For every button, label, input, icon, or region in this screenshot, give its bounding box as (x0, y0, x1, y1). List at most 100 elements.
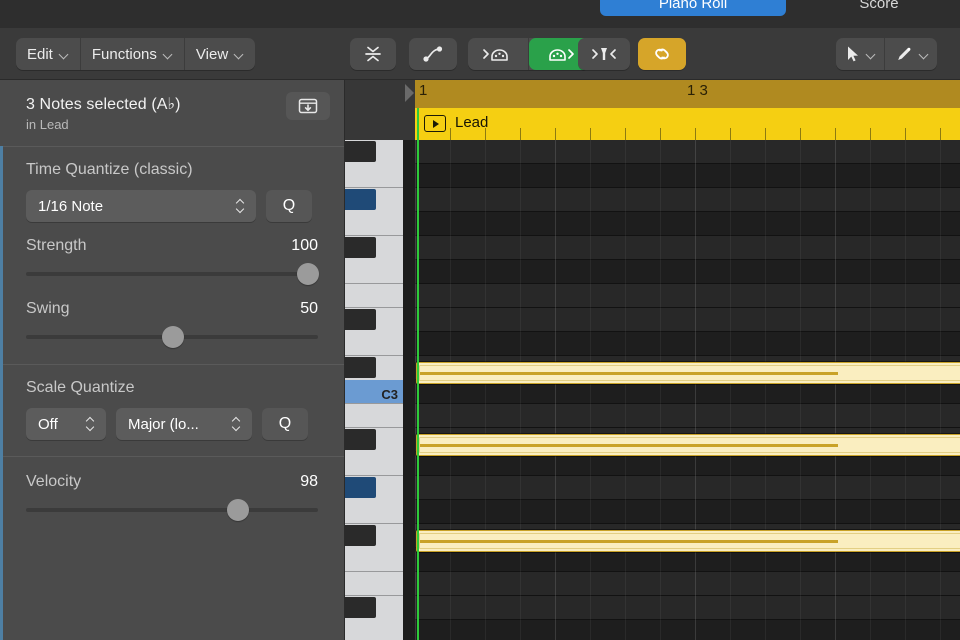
scale-quantize-q-button[interactable]: Q (262, 408, 308, 440)
piano-key-white[interactable] (345, 548, 403, 572)
grid-lane[interactable] (415, 188, 960, 212)
region-play-icon[interactable] (424, 115, 446, 132)
region-tick (660, 128, 661, 140)
strength-slider[interactable] (26, 263, 318, 285)
region-tick (695, 128, 696, 140)
grid-lane[interactable] (415, 620, 960, 640)
note-event[interactable] (416, 434, 960, 456)
menu-functions-label: Functions (92, 46, 157, 63)
scale-quantize-root-select[interactable]: Off (26, 408, 106, 440)
collapse-notes-button[interactable] (350, 38, 396, 70)
grid-vertical-line (765, 140, 766, 640)
piano-key-black[interactable] (345, 189, 376, 210)
piano-key-white[interactable] (345, 260, 403, 284)
region-tick (555, 128, 556, 140)
grid-lane[interactable] (415, 140, 960, 164)
grid-vertical-line (905, 140, 906, 640)
note-event[interactable] (416, 362, 960, 384)
piano-roll-editor: 11 3 Lead (415, 80, 960, 640)
piano-key-white[interactable] (345, 452, 403, 476)
strength-row: Strength 100 (26, 237, 318, 255)
grid-vertical-line (485, 140, 486, 640)
grid-lane[interactable] (415, 260, 960, 284)
region-tick (870, 128, 871, 140)
piano-key-black[interactable] (345, 477, 376, 498)
grid-lane[interactable] (415, 236, 960, 260)
bar-ruler[interactable]: 11 3 (415, 80, 960, 108)
swing-label: Swing (26, 300, 70, 318)
piano-key-white[interactable] (345, 572, 403, 596)
velocity-slider[interactable] (26, 499, 318, 521)
scale-quantize-scale-select[interactable]: Major (lo... (116, 408, 252, 440)
piano-key-black[interactable] (345, 237, 376, 258)
inspector-header: 3 Notes selected (A♭) in Lead (0, 80, 344, 146)
pencil-tool[interactable] (885, 38, 937, 70)
time-quantize-value: 1/16 Note (38, 198, 103, 215)
time-quantize-select[interactable]: 1/16 Note (26, 190, 256, 222)
piano-key-black[interactable] (345, 429, 376, 450)
strength-slider-knob[interactable] (297, 263, 319, 285)
grid-vertical-line (520, 140, 521, 640)
chevron-down-icon (164, 50, 173, 59)
grid-lane[interactable] (415, 572, 960, 596)
grid-lane[interactable] (415, 476, 960, 500)
tab-strip: Piano Roll Score (0, 0, 960, 28)
swing-slider-knob[interactable] (162, 326, 184, 348)
pointer-tool[interactable] (836, 38, 885, 70)
grid-lane[interactable] (415, 308, 960, 332)
grid-lane[interactable] (415, 284, 960, 308)
grid-vertical-line (835, 140, 836, 640)
note-event[interactable] (416, 530, 960, 552)
grid-lane[interactable] (415, 164, 960, 188)
playhead[interactable] (417, 108, 419, 640)
grid-lane[interactable] (415, 404, 960, 428)
piano-key-white[interactable] (345, 332, 403, 356)
grid-lane[interactable] (415, 332, 960, 356)
tab-piano-roll[interactable]: Piano Roll (600, 0, 786, 16)
scale-quantize-root-value: Off (38, 416, 58, 433)
automation-node-icon (422, 44, 444, 64)
piano-key-black[interactable] (345, 597, 376, 618)
piano-key-white[interactable] (345, 212, 403, 236)
region-header[interactable]: Lead (415, 108, 960, 140)
automation-curve-button[interactable] (409, 38, 457, 70)
chevron-down-icon[interactable] (920, 50, 929, 59)
velocity-slider-track (26, 508, 318, 512)
piano-roll-window: Piano Roll Score Edit Functions View (0, 0, 960, 640)
grid-lane[interactable] (415, 212, 960, 236)
menu-view[interactable]: View (185, 38, 255, 70)
grid-lane[interactable] (415, 500, 960, 524)
chevron-down-icon[interactable] (867, 50, 876, 59)
menu-functions[interactable]: Functions (81, 38, 185, 70)
piano-key-white[interactable] (345, 404, 403, 428)
piano-key-black[interactable] (345, 357, 376, 378)
grid-vertical-line (625, 140, 626, 640)
collapse-inspector-button[interactable] (286, 92, 330, 120)
piano-key-black[interactable] (345, 525, 376, 546)
note-grid[interactable] (415, 140, 960, 640)
piano-key-white[interactable] (345, 620, 403, 640)
piano-keyboard[interactable]: C3 (345, 140, 415, 640)
tab-score[interactable]: Score (786, 0, 960, 16)
piano-key-black[interactable] (345, 309, 376, 330)
grid-lane[interactable] (415, 596, 960, 620)
piano-key-white[interactable] (345, 284, 403, 308)
piano-key-black[interactable] (345, 141, 376, 162)
piano-key-white[interactable] (345, 500, 403, 524)
up-down-chevron-icon (86, 416, 97, 432)
link-button[interactable] (638, 38, 686, 70)
region-tick (940, 128, 941, 140)
velocity-slider-knob[interactable] (227, 499, 249, 521)
region-tick (730, 128, 731, 140)
chevron-down-icon (60, 50, 69, 59)
time-quantize-q-button[interactable]: Q (266, 190, 312, 222)
brush-snap-button[interactable] (578, 38, 630, 70)
midi-in-button[interactable] (468, 38, 529, 70)
piano-key-white[interactable] (345, 164, 403, 188)
grid-vertical-line (730, 140, 731, 640)
ruler-mark: 1 (419, 82, 427, 99)
piano-key-label: C3 (381, 387, 398, 402)
menu-edit[interactable]: Edit (16, 38, 81, 70)
swing-slider[interactable] (26, 326, 318, 348)
piano-key-white[interactable]: C3 (345, 380, 403, 404)
